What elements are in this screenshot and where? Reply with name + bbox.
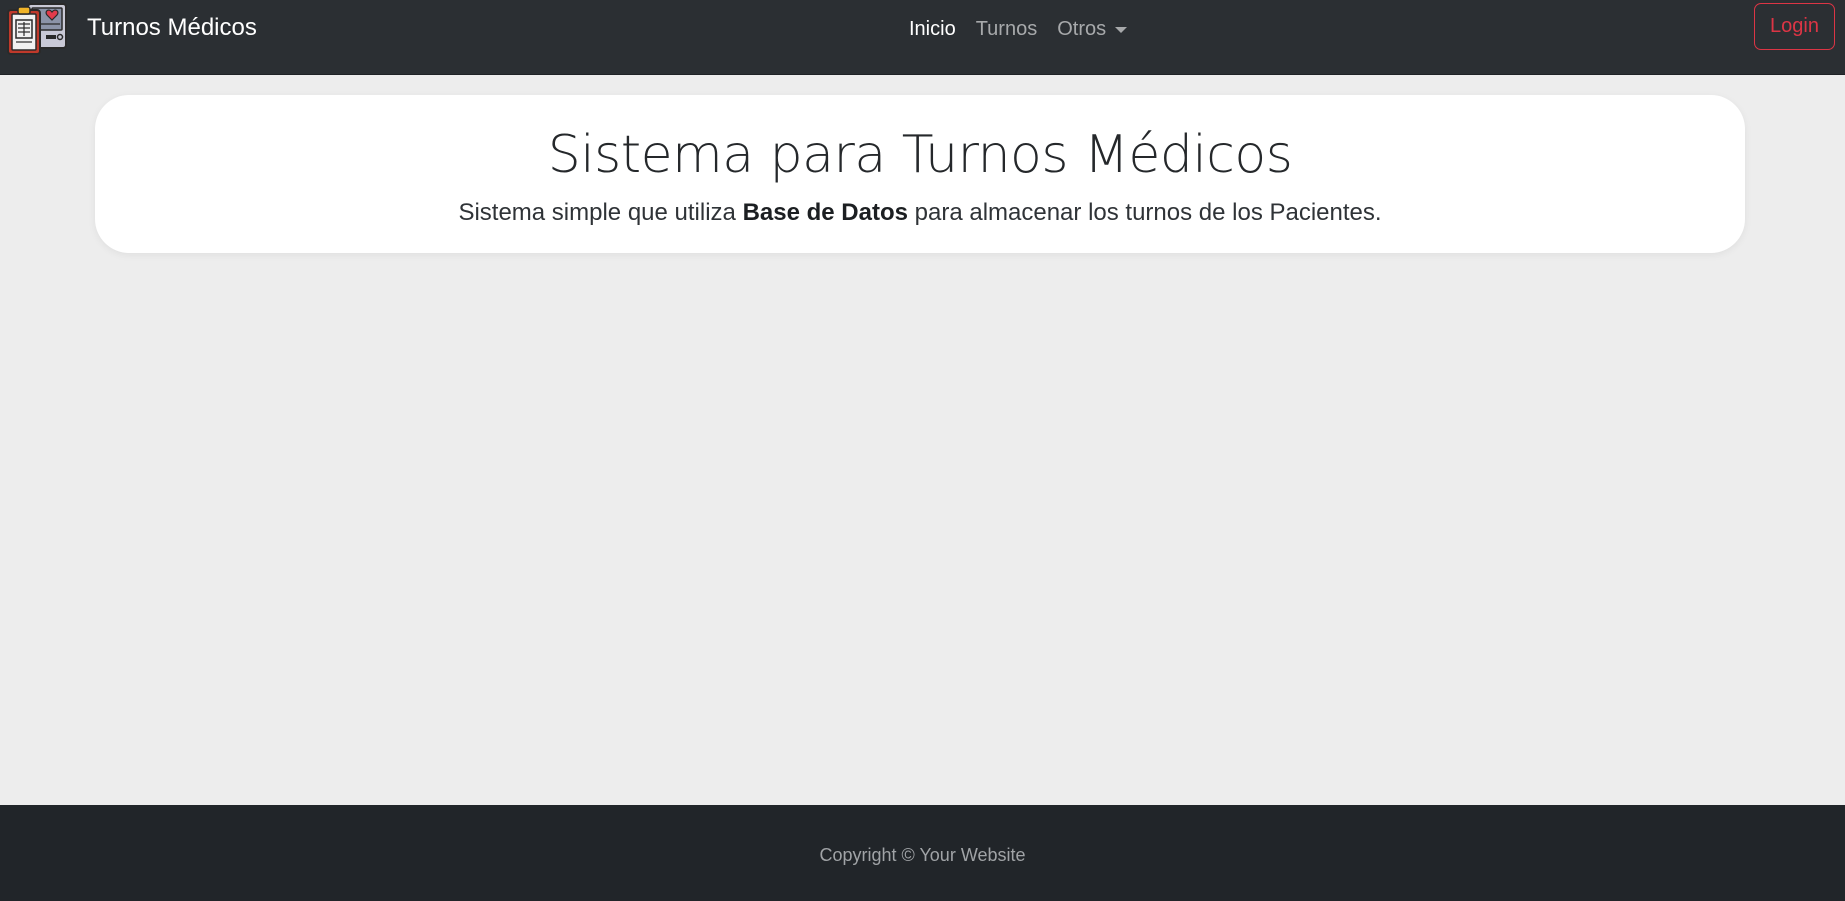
hero-subtitle-after: para almacenar los turnos de los Pacient…: [907, 199, 1382, 226]
brand-title[interactable]: Turnos Médicos: [87, 12, 257, 44]
chevron-down-icon: [1115, 26, 1128, 33]
hero-subtitle-bold: Base de Datos: [742, 199, 908, 226]
hero-jumbotron: Sistema para Turnos Médicos Sistema simp…: [95, 95, 1745, 253]
nav-dropdown-otros[interactable]: Otros: [1057, 15, 1128, 43]
hero-subtitle: Sistema simple que utiliza Base de Datos…: [95, 198, 1745, 228]
page-title: Sistema para Turnos Médicos: [547, 125, 1293, 185]
medical-clipboard-heart-icon[interactable]: [6, 2, 68, 56]
nav-link-inicio[interactable]: Inicio: [909, 15, 956, 43]
nav-dropdown-otros-label: Otros: [1057, 18, 1107, 40]
nav-links: Inicio Turnos Otros: [909, 15, 1128, 43]
login-button[interactable]: Login: [1754, 3, 1835, 50]
nav-link-turnos[interactable]: Turnos: [976, 15, 1038, 43]
hero-subtitle-before: Sistema simple que utiliza: [458, 199, 743, 226]
top-navbar: Turnos Médicos Inicio Turnos Otros Login: [0, 0, 1845, 75]
footer-copyright: Copyright © Your Website: [819, 845, 1026, 865]
page-footer: Copyright © Your Website: [0, 805, 1845, 901]
